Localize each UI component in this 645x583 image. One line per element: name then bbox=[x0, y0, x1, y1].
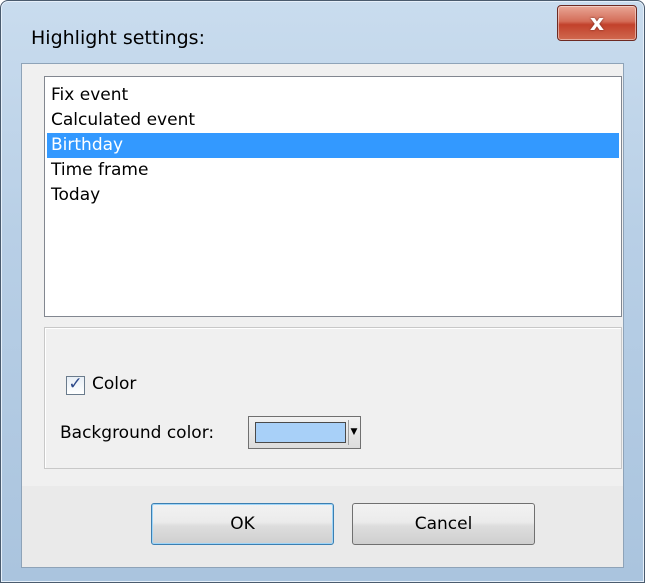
color-checkbox[interactable]: ✓ bbox=[66, 374, 85, 395]
list-item-fix-event[interactable]: Fix event bbox=[47, 83, 619, 108]
dropdown-arrow-icon[interactable]: ▼ bbox=[348, 420, 359, 445]
list-item-time-frame[interactable]: Time frame bbox=[47, 158, 619, 183]
dialog-title: Highlight settings: bbox=[31, 27, 205, 49]
button-bar: OK Cancel bbox=[22, 486, 623, 567]
ok-button[interactable]: OK bbox=[151, 503, 334, 545]
background-color-label: Background color: bbox=[60, 423, 215, 443]
list-item-today[interactable]: Today bbox=[47, 183, 619, 208]
close-icon: x bbox=[589, 10, 605, 36]
close-button[interactable]: x bbox=[557, 5, 637, 41]
cancel-button[interactable]: Cancel bbox=[352, 503, 535, 545]
highlight-settings-dialog: Highlight settings: x Fix event Calculat… bbox=[0, 0, 645, 583]
dialog-body: Fix event Calculated event Birthday Time… bbox=[21, 63, 624, 568]
list-item-birthday[interactable]: Birthday bbox=[47, 133, 619, 158]
color-checkbox-label[interactable]: Color bbox=[92, 374, 136, 394]
event-type-list[interactable]: Fix event Calculated event Birthday Time… bbox=[44, 76, 622, 317]
list-item-calculated-event[interactable]: Calculated event bbox=[47, 108, 619, 133]
background-color-picker[interactable]: ▼ bbox=[248, 416, 361, 449]
color-swatch bbox=[255, 422, 346, 443]
title-bar[interactable]: Highlight settings: x bbox=[1, 1, 644, 63]
checkmark-icon: ✓ bbox=[68, 374, 83, 394]
